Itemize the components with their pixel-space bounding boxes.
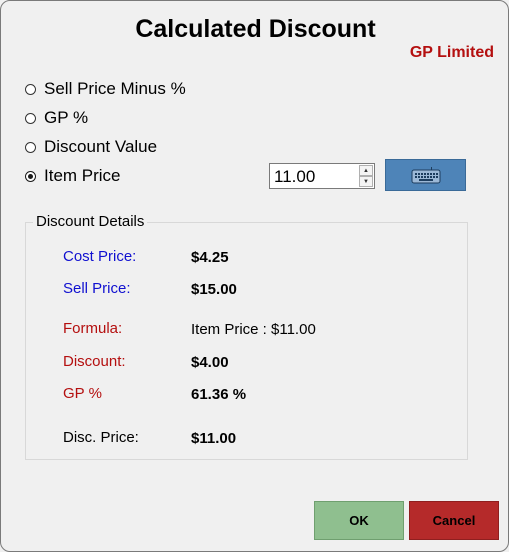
disc-price-value: $11.00 (191, 430, 237, 447)
sell-price-value: $15.00 (191, 281, 237, 298)
dialog-title: Calculated Discount (135, 15, 376, 43)
discount-label: Discount: (63, 353, 126, 370)
option-sell-price-minus[interactable]: Sell Price Minus % (25, 78, 186, 100)
radio-sell-price-minus[interactable] (25, 83, 36, 95)
chevron-down-icon: ▼ (363, 178, 369, 185)
company-label: GP Limited (409, 44, 494, 61)
discount-details-title: Discount Details (33, 213, 148, 230)
calculated-discount-dialog: Calculated Discount GP Limited Sell Pric… (0, 0, 509, 552)
sell-price-label: Sell Price: (63, 280, 131, 297)
radio-discount-value[interactable] (25, 141, 36, 153)
keyboard-icon (411, 167, 440, 184)
option-label: Item Price (44, 166, 121, 185)
chevron-up-icon: ▲ (363, 167, 369, 174)
cost-price-label: Cost Price: (63, 248, 137, 265)
gp-label: GP % (63, 385, 102, 402)
option-discount-value[interactable]: Discount Value (25, 136, 157, 158)
radio-item-price[interactable] (25, 170, 36, 182)
stepper-up-button[interactable]: ▲ (359, 165, 373, 176)
formula-label: Formula: (63, 320, 123, 337)
formula-value: Item Price : $11.00 (191, 321, 316, 338)
keyboard-button[interactable] (385, 159, 466, 191)
gp-value: 61.36 % (191, 386, 247, 403)
radio-gp-percent[interactable] (25, 112, 36, 124)
option-label: GP % (44, 108, 89, 127)
stepper-down-button[interactable]: ▼ (359, 176, 373, 187)
item-price-stepper[interactable]: 11.00 ▲ ▼ (269, 163, 375, 189)
option-item-price[interactable]: Item Price (25, 165, 121, 187)
option-label: Sell Price Minus % (44, 79, 186, 98)
cost-price-value: $4.25 (191, 249, 229, 266)
option-gp-percent[interactable]: GP % (25, 107, 88, 129)
discount-value: $4.00 (191, 354, 229, 371)
disc-price-label: Disc. Price: (63, 429, 139, 446)
item-price-input[interactable]: 11.00 (274, 167, 315, 187)
stepper-buttons: ▲ ▼ (359, 165, 373, 187)
cancel-button[interactable]: Cancel (409, 501, 499, 540)
option-label: Discount Value (44, 137, 158, 156)
ok-button[interactable]: OK (314, 501, 404, 540)
